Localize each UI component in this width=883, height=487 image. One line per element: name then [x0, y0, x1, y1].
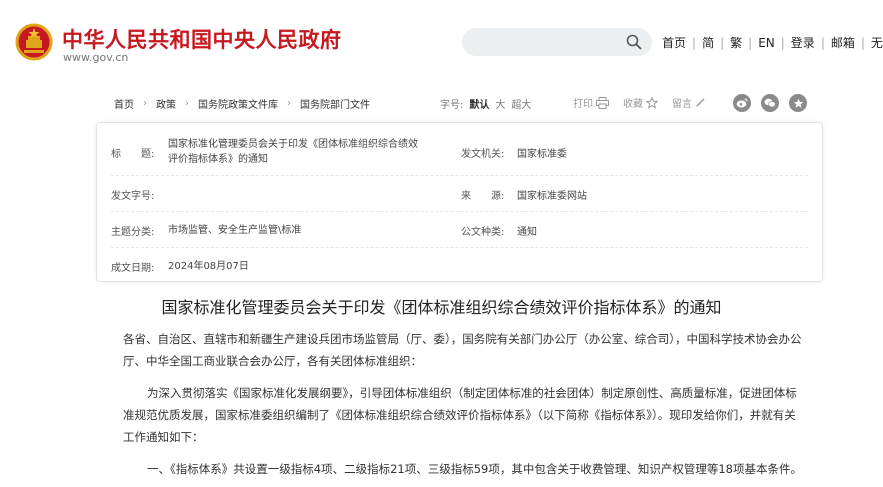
national-emblem-icon[interactable] — [15, 22, 53, 62]
date-value: 2024年08月07日 — [168, 261, 249, 272]
nav-separator: | — [780, 35, 785, 50]
favorite-star-icon[interactable] — [789, 94, 807, 112]
nav-login[interactable]: 登录 — [791, 34, 815, 51]
nav-separator: | — [692, 35, 697, 50]
weibo-icon[interactable] — [733, 94, 751, 112]
site-domain: www.gov.cn — [63, 51, 129, 64]
nav-mail[interactable]: 邮箱 — [831, 34, 855, 51]
font-size-selector: 字号: 默认 大 超大 — [440, 96, 531, 111]
nav-separator: | — [820, 35, 825, 50]
printer-icon — [596, 96, 609, 109]
doc-type-value: 通知 — [517, 227, 537, 238]
article-tools: 打印 收藏 留言 — [573, 95, 716, 110]
breadcrumb-home[interactable]: 首页 — [114, 96, 134, 111]
font-size-label: 字号: — [440, 100, 464, 111]
info-divider — [111, 247, 808, 248]
article-paragraph: 一、《指标体系》共设置一级指标4项、二级指标21项、三级指标59项，其中包含关于… — [147, 462, 802, 476]
issuer-value: 国家标准委 — [517, 149, 567, 160]
issuer-label: 发文机关: — [461, 149, 505, 160]
source-value: 国家标准委网站 — [517, 191, 587, 202]
nav-home[interactable]: 首页 — [662, 34, 686, 51]
document-info-box: 标 题: 国家标准化管理委员会关于印发《团体标准组织综合绩效评价指标体系》的通知… — [96, 122, 823, 282]
nav-accessibility[interactable]: 无 — [871, 34, 883, 51]
article-title: 国家标准化管理委员会关于印发《团体标准组织综合绩效评价指标体系》的通知 — [161, 298, 722, 317]
chevron-right-icon: › — [143, 98, 147, 109]
search-input[interactable] — [462, 28, 652, 56]
article-paragraph: 各省、自治区、直辖市和新疆生产建设兵团市场监管局（厅、委），国务院有关部门办公厅… — [123, 332, 802, 368]
search-icon[interactable] — [626, 34, 642, 50]
title-label: 标 题: — [111, 149, 155, 160]
date-label: 成文日期: — [111, 263, 155, 274]
doc-type-label: 公文种类: — [461, 227, 505, 238]
article-paragraph: 为深入贯彻落实《国家标准化发展纲要》，引导团体标准组织（制定团体标准的社会团体）… — [123, 386, 797, 444]
nav-english[interactable]: EN — [758, 36, 775, 50]
print-label: 打印 — [573, 99, 593, 110]
site-header: 中华人民共和国中央人民政府 www.gov.cn 首页 | 简 | 繁 | EN… — [0, 0, 883, 80]
nav-separator: | — [720, 35, 725, 50]
favorite-button[interactable]: 收藏 — [623, 95, 658, 110]
chevron-right-icon: › — [185, 98, 189, 109]
chevron-right-icon: › — [287, 98, 291, 109]
star-outline-icon — [646, 96, 658, 109]
nav-simplified[interactable]: 简 — [702, 34, 714, 51]
wechat-icon[interactable] — [761, 94, 779, 112]
top-nav: 首页 | 简 | 繁 | EN | 登录 | 邮箱 | 无 — [662, 34, 883, 51]
breadcrumb-policy[interactable]: 政策 — [156, 96, 176, 111]
nav-separator: | — [860, 35, 865, 50]
nav-traditional[interactable]: 繁 — [730, 34, 742, 51]
font-size-default[interactable]: 默认 — [469, 96, 489, 111]
topic-label: 主题分类: — [111, 227, 155, 238]
breadcrumb-policy-library[interactable]: 国务院政策文件库 — [198, 96, 278, 111]
breadcrumb: 首页 › 政策 › 国务院政策文件库 › 国务院部门文件 — [114, 96, 370, 111]
site-title[interactable]: 中华人民共和国中央人民政府 — [62, 24, 342, 54]
info-divider — [111, 175, 808, 176]
share-bar — [733, 94, 807, 112]
pencil-icon — [696, 98, 705, 107]
font-size-xlarge[interactable]: 超大 — [511, 96, 531, 111]
leave-message-label: 留言 — [672, 99, 692, 110]
topic-value: 市场监管、安全生产监管\标准 — [168, 225, 302, 236]
doc-number-label: 发文字号: — [111, 191, 155, 202]
nav-separator: | — [748, 35, 753, 50]
info-divider — [111, 211, 808, 212]
source-label: 来 源: — [461, 191, 505, 202]
font-size-large[interactable]: 大 — [495, 96, 505, 111]
favorite-label: 收藏 — [623, 99, 643, 110]
leave-message-button[interactable]: 留言 — [672, 95, 706, 110]
title-value: 国家标准化管理委员会关于印发《团体标准组织综合绩效评价指标体系》的通知 — [168, 139, 418, 165]
print-button[interactable]: 打印 — [573, 95, 609, 110]
breadcrumb-department-docs[interactable]: 国务院部门文件 — [300, 96, 370, 111]
